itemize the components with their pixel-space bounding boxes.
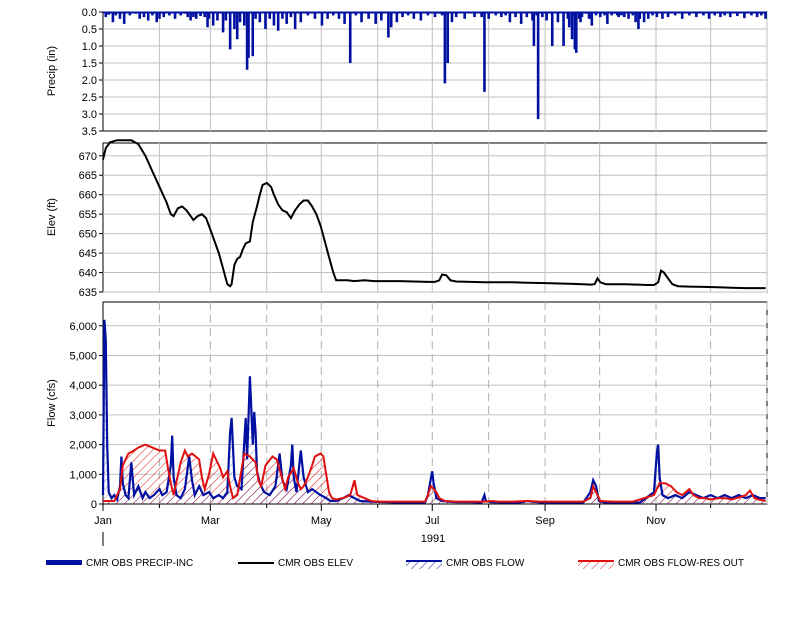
precip-bar: [228, 12, 232, 50]
flow-ytick-label: 4,000: [69, 380, 97, 392]
elev-ylabel: Elev (ft): [46, 198, 58, 236]
flow-ytick-label: 1,000: [69, 469, 97, 481]
precip-bar: [532, 12, 536, 46]
legend-elev: CMR OBS ELEV: [238, 556, 353, 570]
precip-bar: [247, 12, 250, 58]
legend-precip-label: CMR OBS PRECIP-INC: [86, 557, 194, 569]
legend-elev-swatch: [238, 557, 274, 569]
precip-bar: [211, 12, 215, 26]
x-month-label: Jul: [425, 515, 439, 527]
precip-bar: [299, 12, 303, 23]
precip-bar: [579, 12, 582, 23]
precip-bar: [536, 12, 540, 120]
x-month-label: May: [311, 515, 332, 527]
legend-precip: CMR OBS PRECIP-INC: [46, 556, 193, 570]
precip-bar: [550, 12, 554, 46]
elev-ytick-label: 640: [79, 268, 97, 280]
x-month-label: Mar: [201, 515, 220, 527]
legend-flow-swatch: [406, 557, 442, 569]
precip-panel: [102, 11, 768, 132]
elev-ytick-label: 660: [79, 190, 97, 202]
precip-bar: [374, 12, 377, 24]
precip-ytick-label: 0.0: [82, 7, 97, 19]
precip-ylabel: Precip (in): [46, 46, 58, 96]
precip-bar: [590, 12, 594, 26]
legend-precip-swatch: [46, 557, 82, 569]
precip-ytick-label: 1.0: [82, 41, 97, 53]
precip-bar: [567, 12, 571, 28]
precip-bar: [264, 12, 267, 29]
precip-bar: [389, 12, 393, 28]
legend-res-out: CMR OBS FLOW-RES OUT: [578, 556, 744, 570]
precip-ytick-label: 0.5: [82, 24, 97, 36]
flow-ytick-label: 3,000: [69, 410, 97, 422]
precip-bar: [450, 12, 454, 23]
precip-ytick-label: 3.5: [82, 126, 97, 138]
precip-bar: [238, 12, 242, 23]
precip-ytick-label: 3.0: [82, 109, 97, 121]
precip-bar: [395, 12, 399, 23]
precip-bar: [642, 12, 646, 23]
precip-bar: [443, 12, 447, 84]
precip-bar: [387, 12, 390, 38]
elev-ytick-label: 635: [79, 287, 97, 299]
precip-bar: [251, 12, 255, 57]
elev-ytick-label: 645: [79, 248, 97, 260]
precip-bar: [242, 12, 246, 26]
flow-ytick-label: 5,000: [69, 350, 97, 362]
x-month-label: Sep: [535, 515, 555, 527]
precip-bar: [320, 12, 324, 26]
precip-bar: [634, 12, 637, 23]
precip-bar: [508, 12, 512, 23]
legend-flow-label: CMR OBS FLOW: [446, 557, 525, 569]
precip-bar: [483, 12, 486, 92]
elev-ytick-label: 665: [79, 170, 97, 182]
legend-flow: CMR OBS FLOW: [406, 556, 524, 570]
precip-bar: [122, 12, 126, 24]
precip-bar: [258, 12, 262, 23]
precip-bar: [446, 12, 450, 63]
x-month-label: Nov: [646, 515, 666, 527]
elev-ytick-label: 650: [79, 229, 97, 241]
precip-bar: [233, 12, 236, 29]
flow-ytick-label: 6,000: [69, 321, 97, 333]
elev-ytick-label: 670: [79, 151, 97, 163]
precip-bar: [360, 12, 363, 23]
precip-bar: [155, 12, 158, 23]
precip-bar: [606, 12, 609, 24]
precip-bar: [221, 12, 225, 33]
precip-bar: [556, 12, 560, 23]
x-year-label: 1991: [421, 533, 445, 545]
precip-bar: [574, 12, 578, 53]
precip-ytick-label: 2.0: [82, 75, 97, 87]
precip-bar: [519, 12, 523, 24]
x-month-label: Jan: [94, 515, 112, 527]
precip-bar: [293, 12, 297, 29]
hydrograph-chart: 0.0 0.5 1.0 1.5 2.0 2.5 3.0 3.5 635 640 645 650 655 6…: [46, 7, 768, 546]
legend-res-out-swatch: [578, 557, 614, 569]
precip-bar: [348, 12, 352, 63]
flow-panel: [102, 301, 768, 505]
elev-panel: [102, 142, 768, 293]
precip-bar: [343, 12, 346, 24]
precip-bar: [276, 12, 280, 31]
precip-ytick-label: 1.5: [82, 58, 97, 70]
precip-bar: [570, 12, 574, 40]
precip-bar: [235, 12, 239, 40]
legend-res-out-label: CMR OBS FLOW-RES OUT: [618, 557, 744, 569]
legend-elev-label: CMR OBS ELEV: [278, 557, 354, 569]
precip-bar: [285, 12, 288, 24]
precip-bar: [272, 12, 276, 26]
precip-ytick-label: 2.5: [82, 92, 97, 104]
precip-bar: [562, 12, 565, 46]
precip-bar: [111, 12, 115, 23]
flow-ylabel: Flow (cfs): [46, 379, 58, 427]
flow-ytick-label: 0: [91, 499, 97, 511]
elev-ytick-label: 655: [79, 209, 97, 221]
flow-ytick-label: 2,000: [69, 440, 97, 452]
